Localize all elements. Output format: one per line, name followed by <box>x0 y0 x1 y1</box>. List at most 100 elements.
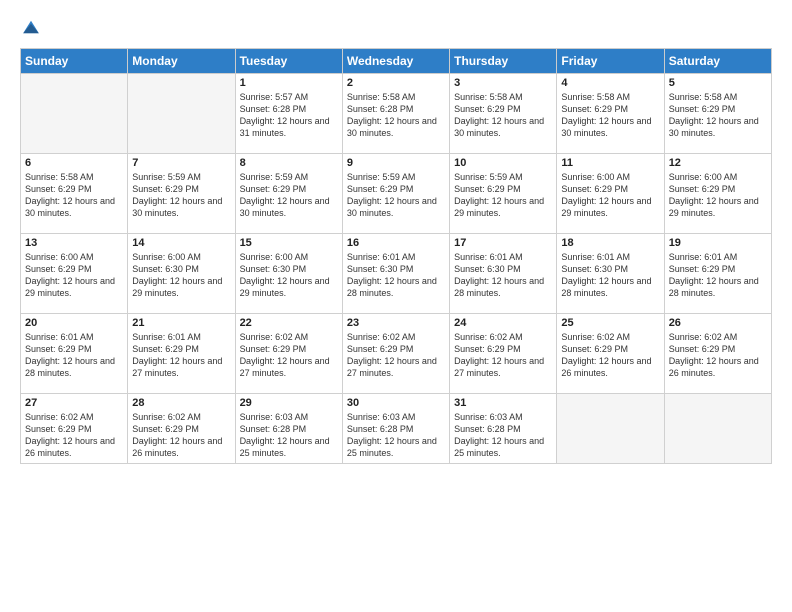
day-info: Sunrise: 6:03 AM Sunset: 6:28 PM Dayligh… <box>347 411 445 460</box>
calendar-cell: 2Sunrise: 5:58 AM Sunset: 6:28 PM Daylig… <box>342 74 449 154</box>
header <box>20 16 772 38</box>
day-number: 9 <box>347 157 445 169</box>
weekday-header-friday: Friday <box>557 49 664 74</box>
calendar-cell: 17 Sunrise: 6:01 AM Sunset: 6:30 PM Dayli… <box>450 234 557 314</box>
day-number: 30 <box>347 397 445 409</box>
day-number: 3 <box>454 77 552 89</box>
day-info: Sunrise: 6:01 AM Sunset: 6:30 PM Dayligh… <box>454 251 552 300</box>
weekday-header-sunday: Sunday <box>21 49 128 74</box>
day-number: 2 <box>347 77 445 89</box>
day-number: 21 <box>132 317 230 329</box>
calendar-cell: 10 Sunrise: 5:59 AM Sunset: 6:29 PM Dayli… <box>450 154 557 234</box>
day-number: 18 <box>561 237 659 249</box>
day-number: 13 <box>25 237 123 249</box>
day-number: 25 <box>561 317 659 329</box>
week-row-3: 13 Sunrise: 6:00 AM Sunset: 6:29 PM Dayli… <box>21 234 772 314</box>
logo-icon <box>20 16 42 38</box>
day-info: Sunrise: 6:03 AM Sunset: 6:28 PM Dayligh… <box>454 411 552 460</box>
day-number: 31 <box>454 397 552 409</box>
calendar-cell: 29 Sunrise: 6:03 AM Sunset: 6:28 PM Dayli… <box>235 394 342 464</box>
calendar-cell: 26 Sunrise: 6:02 AM Sunset: 6:29 PM Dayli… <box>664 314 771 394</box>
day-info: Sunrise: 6:01 AM Sunset: 6:29 PM Dayligh… <box>25 331 123 380</box>
calendar-cell <box>128 74 235 154</box>
day-info: Sunrise: 5:58 AM Sunset: 6:29 PM Dayligh… <box>669 91 767 140</box>
day-number: 4 <box>561 77 659 89</box>
day-info: Sunrise: 6:02 AM Sunset: 6:29 PM Dayligh… <box>240 331 338 380</box>
day-info: Sunrise: 5:58 AM Sunset: 6:29 PM Dayligh… <box>561 91 659 140</box>
day-info: Sunrise: 6:02 AM Sunset: 6:29 PM Dayligh… <box>454 331 552 380</box>
calendar-cell: 14Sunrise: 6:00 AM Sunset: 6:30 PM Dayli… <box>128 234 235 314</box>
day-number: 28 <box>132 397 230 409</box>
weekday-header-tuesday: Tuesday <box>235 49 342 74</box>
page: SundayMondayTuesdayWednesdayThursdayFrid… <box>0 0 792 612</box>
day-number: 29 <box>240 397 338 409</box>
day-info: Sunrise: 5:59 AM Sunset: 6:29 PM Dayligh… <box>240 171 338 220</box>
day-info: Sunrise: 6:00 AM Sunset: 6:29 PM Dayligh… <box>25 251 123 300</box>
day-number: 15 <box>240 237 338 249</box>
calendar-cell: 3 Sunrise: 5:58 AM Sunset: 6:29 PM Daylig… <box>450 74 557 154</box>
day-number: 20 <box>25 317 123 329</box>
day-number: 8 <box>240 157 338 169</box>
day-info: Sunrise: 6:00 AM Sunset: 6:29 PM Dayligh… <box>561 171 659 220</box>
calendar-cell: 12Sunrise: 6:00 AM Sunset: 6:29 PM Dayli… <box>664 154 771 234</box>
day-number: 17 <box>454 237 552 249</box>
weekday-header-wednesday: Wednesday <box>342 49 449 74</box>
calendar-cell: 25 Sunrise: 6:02 AM Sunset: 6:29 PM Dayli… <box>557 314 664 394</box>
calendar-cell: 15 Sunrise: 6:00 AM Sunset: 6:30 PM Dayli… <box>235 234 342 314</box>
calendar-cell: 22 Sunrise: 6:02 AM Sunset: 6:29 PM Dayli… <box>235 314 342 394</box>
week-row-2: 6 Sunrise: 5:58 AM Sunset: 6:29 PM Daylig… <box>21 154 772 234</box>
calendar-cell: 30 Sunrise: 6:03 AM Sunset: 6:28 PM Dayli… <box>342 394 449 464</box>
logo <box>20 16 44 38</box>
day-info: Sunrise: 6:00 AM Sunset: 6:29 PM Dayligh… <box>669 171 767 220</box>
day-number: 5 <box>669 77 767 89</box>
calendar-cell: 18 Sunrise: 6:01 AM Sunset: 6:30 PM Dayli… <box>557 234 664 314</box>
calendar-cell: 9Sunrise: 5:59 AM Sunset: 6:29 PM Daylig… <box>342 154 449 234</box>
day-info: Sunrise: 5:59 AM Sunset: 6:29 PM Dayligh… <box>454 171 552 220</box>
day-info: Sunrise: 6:02 AM Sunset: 6:29 PM Dayligh… <box>347 331 445 380</box>
day-info: Sunrise: 5:58 AM Sunset: 6:29 PM Dayligh… <box>454 91 552 140</box>
calendar-cell: 8 Sunrise: 5:59 AM Sunset: 6:29 PM Daylig… <box>235 154 342 234</box>
day-number: 7 <box>132 157 230 169</box>
day-number: 24 <box>454 317 552 329</box>
week-row-4: 20 Sunrise: 6:01 AM Sunset: 6:29 PM Dayli… <box>21 314 772 394</box>
day-number: 14 <box>132 237 230 249</box>
week-row-5: 27 Sunrise: 6:02 AM Sunset: 6:29 PM Dayli… <box>21 394 772 464</box>
calendar-cell: 5 Sunrise: 5:58 AM Sunset: 6:29 PM Daylig… <box>664 74 771 154</box>
day-info: Sunrise: 6:00 AM Sunset: 6:30 PM Dayligh… <box>240 251 338 300</box>
calendar-cell <box>21 74 128 154</box>
calendar-cell: 16 Sunrise: 6:01 AM Sunset: 6:30 PM Dayli… <box>342 234 449 314</box>
calendar-cell: 13 Sunrise: 6:00 AM Sunset: 6:29 PM Dayli… <box>21 234 128 314</box>
day-number: 22 <box>240 317 338 329</box>
calendar-cell <box>664 394 771 464</box>
calendar-cell: 6 Sunrise: 5:58 AM Sunset: 6:29 PM Daylig… <box>21 154 128 234</box>
calendar-cell: 23Sunrise: 6:02 AM Sunset: 6:29 PM Dayli… <box>342 314 449 394</box>
calendar-cell: 28 Sunrise: 6:02 AM Sunset: 6:29 PM Dayli… <box>128 394 235 464</box>
day-info: Sunrise: 6:03 AM Sunset: 6:28 PM Dayligh… <box>240 411 338 460</box>
day-info: Sunrise: 6:01 AM Sunset: 6:30 PM Dayligh… <box>561 251 659 300</box>
calendar-cell: 7 Sunrise: 5:59 AM Sunset: 6:29 PM Daylig… <box>128 154 235 234</box>
day-number: 27 <box>25 397 123 409</box>
day-number: 6 <box>25 157 123 169</box>
day-info: Sunrise: 5:57 AM Sunset: 6:28 PM Dayligh… <box>240 91 338 140</box>
day-number: 19 <box>669 237 767 249</box>
calendar-cell: 19 Sunrise: 6:01 AM Sunset: 6:29 PM Dayli… <box>664 234 771 314</box>
calendar-cell: 11 Sunrise: 6:00 AM Sunset: 6:29 PM Dayli… <box>557 154 664 234</box>
calendar: SundayMondayTuesdayWednesdayThursdayFrid… <box>20 48 772 464</box>
day-number: 16 <box>347 237 445 249</box>
day-info: Sunrise: 6:02 AM Sunset: 6:29 PM Dayligh… <box>561 331 659 380</box>
day-info: Sunrise: 5:58 AM Sunset: 6:29 PM Dayligh… <box>25 171 123 220</box>
day-info: Sunrise: 6:02 AM Sunset: 6:29 PM Dayligh… <box>669 331 767 380</box>
day-number: 26 <box>669 317 767 329</box>
day-number: 11 <box>561 157 659 169</box>
day-info: Sunrise: 6:02 AM Sunset: 6:29 PM Dayligh… <box>132 411 230 460</box>
calendar-cell: 21Sunrise: 6:01 AM Sunset: 6:29 PM Dayli… <box>128 314 235 394</box>
day-number: 10 <box>454 157 552 169</box>
weekday-header-monday: Monday <box>128 49 235 74</box>
day-info: Sunrise: 6:01 AM Sunset: 6:30 PM Dayligh… <box>347 251 445 300</box>
calendar-cell: 4 Sunrise: 5:58 AM Sunset: 6:29 PM Daylig… <box>557 74 664 154</box>
calendar-cell: 20 Sunrise: 6:01 AM Sunset: 6:29 PM Dayli… <box>21 314 128 394</box>
calendar-cell <box>557 394 664 464</box>
calendar-cell: 27Sunrise: 6:02 AM Sunset: 6:29 PM Dayli… <box>21 394 128 464</box>
day-info: Sunrise: 6:01 AM Sunset: 6:29 PM Dayligh… <box>669 251 767 300</box>
day-info: Sunrise: 5:59 AM Sunset: 6:29 PM Dayligh… <box>132 171 230 220</box>
